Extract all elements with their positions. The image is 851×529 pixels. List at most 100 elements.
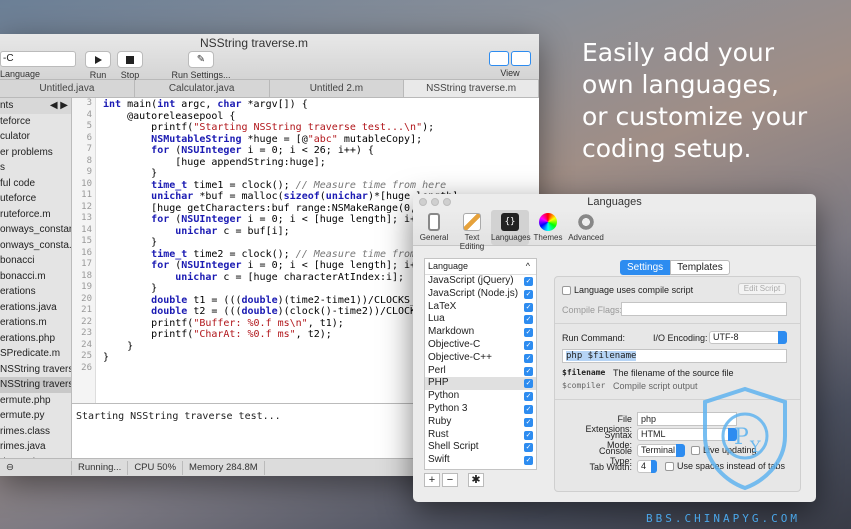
sidebar-file-item[interactable]: bonacci.m: [0, 269, 71, 285]
language-item[interactable]: Perl ✓: [425, 365, 536, 378]
language-enabled-checkbox[interactable]: ✓: [524, 328, 533, 338]
language-enabled-checkbox[interactable]: ✓: [524, 392, 533, 402]
close-icon[interactable]: [419, 198, 427, 206]
compile-flags-field[interactable]: [621, 302, 787, 316]
pref-text-editing[interactable]: Text Editing: [453, 210, 491, 251]
language-item[interactable]: JavaScript (Node.js) ✓: [425, 288, 536, 301]
zoom-icon[interactable]: [443, 198, 451, 206]
sidebar-file-item[interactable]: culator: [0, 129, 71, 145]
language-item[interactable]: Swift ✓: [425, 454, 536, 467]
sidebar-file-item[interactable]: erations.php: [0, 331, 71, 347]
pref-advanced[interactable]: Advanced: [567, 210, 605, 245]
templates-tab[interactable]: Templates: [670, 260, 730, 275]
sidebar-file-item[interactable]: erations.java: [0, 300, 71, 316]
language-item[interactable]: Markdown ✓: [425, 326, 536, 339]
sidebar-file-item[interactable]: teforce: [0, 114, 71, 130]
sidebar-file-item[interactable]: erations: [0, 284, 71, 300]
run-command-field[interactable]: php $filename: [562, 349, 787, 363]
sidebar-file-item[interactable]: NSString travers...: [0, 377, 71, 393]
language-enabled-checkbox[interactable]: ✓: [524, 277, 533, 286]
watermark-text: BBS.CHINAPYG.COM: [646, 512, 800, 525]
editor-titlebar: NSString traverse.m -C Language Run Stop…: [0, 34, 539, 80]
language-select[interactable]: -C: [0, 51, 76, 67]
language-list-header[interactable]: Language ^: [425, 259, 536, 275]
sidebar-file-item[interactable]: erations.m: [0, 315, 71, 331]
sidebar-file-item[interactable]: onways_constant: [0, 222, 71, 238]
language-item[interactable]: Python ✓: [425, 390, 536, 403]
tab-untitled-java[interactable]: Untitled.java: [0, 80, 135, 97]
pref-languages[interactable]: {} Languages: [491, 210, 531, 245]
line-number: 9: [86, 167, 92, 177]
edit-script-button[interactable]: Edit Script: [738, 283, 786, 295]
stop-icon: [126, 55, 134, 64]
tab-untitled-2-m[interactable]: Untitled 2.m: [270, 80, 405, 97]
language-item[interactable]: Objective-C ✓: [425, 339, 536, 352]
sidebar-file-item[interactable]: SPredicate.m: [0, 346, 71, 362]
settings-tab[interactable]: Settings: [620, 260, 671, 275]
sidebar-file-item[interactable]: ermute.php: [0, 393, 71, 409]
sidebar-file-item[interactable]: s: [0, 160, 71, 176]
tab-nsstring-traverse[interactable]: NSString traverse.m: [404, 80, 539, 97]
sidebar-file-item[interactable]: uteforce: [0, 191, 71, 207]
line-number: 12: [81, 201, 92, 212]
language-enabled-checkbox[interactable]: ✓: [524, 366, 533, 376]
sidebar-file-item[interactable]: ermute.py: [0, 408, 71, 424]
language-item[interactable]: Rust ✓: [425, 429, 536, 442]
stop-button[interactable]: Stop: [116, 51, 144, 80]
tab-width-select[interactable]: 4: [637, 460, 657, 473]
language-item[interactable]: Python 3 ✓: [425, 403, 536, 416]
run-button[interactable]: Run: [84, 51, 112, 80]
view-button[interactable]: View: [486, 51, 534, 78]
language-item[interactable]: Ruby ✓: [425, 416, 536, 429]
language-item[interactable]: LaTeX ✓: [425, 301, 536, 314]
language-enabled-checkbox[interactable]: ✓: [524, 353, 533, 363]
language-enabled-checkbox[interactable]: ✓: [524, 302, 533, 312]
pref-themes[interactable]: Themes: [529, 210, 567, 245]
language-enabled-checkbox[interactable]: ✓: [524, 340, 533, 350]
sidebar-toggle-icon[interactable]: [489, 51, 509, 66]
sidebar-file-item[interactable]: NSString traverse: [0, 362, 71, 378]
sidebar-file-item[interactable]: ful code: [0, 176, 71, 192]
sidebar-file-item[interactable]: onways_consta...: [0, 238, 71, 254]
sidebar-file-item[interactable]: rimes.class: [0, 424, 71, 440]
language-enabled-checkbox[interactable]: ✓: [524, 417, 533, 427]
minimize-icon[interactable]: [431, 198, 439, 206]
tab-calculator-java[interactable]: Calculator.java: [135, 80, 270, 97]
run-settings-button[interactable]: ✎ Run Settings...: [170, 51, 232, 80]
add-language-button[interactable]: +: [424, 473, 440, 487]
language-enabled-checkbox[interactable]: ✓: [524, 379, 533, 389]
remove-language-button[interactable]: −: [442, 473, 458, 487]
language-enabled-checkbox[interactable]: ✓: [524, 443, 533, 453]
pref-advanced-label: Advanced: [568, 233, 604, 242]
code-line: time_t time1 = clock(); // Measure time …: [151, 179, 447, 191]
braces-icon: {}: [501, 213, 519, 231]
language-item[interactable]: Lua ✓: [425, 313, 536, 326]
language-enabled-checkbox[interactable]: ✓: [524, 404, 533, 414]
phone-icon: [428, 213, 440, 231]
language-enabled-checkbox[interactable]: ✓: [524, 315, 533, 325]
svg-text:P: P: [734, 425, 749, 450]
sidebar-file-item[interactable]: rimes.java: [0, 439, 71, 455]
compile-flags-label: Compile Flags:: [562, 305, 623, 315]
language-item[interactable]: Shell Script ✓: [425, 441, 536, 454]
language-item[interactable]: JavaScript (jQuery) ✓: [425, 275, 536, 288]
console-toggle-icon[interactable]: [511, 51, 531, 66]
status-toggle[interactable]: ⊖: [0, 460, 72, 475]
pref-general[interactable]: General: [415, 210, 453, 245]
gear-menu-button[interactable]: ✱: [468, 473, 484, 487]
prefs-toolbar: General Text Editing {} Languages Themes …: [413, 210, 816, 251]
language-enabled-checkbox[interactable]: ✓: [524, 456, 533, 466]
language-item[interactable]: PHP ✓: [425, 377, 536, 391]
sidebar-file-item[interactable]: bonacci: [0, 253, 71, 269]
encoding-select[interactable]: UTF-8: [709, 331, 787, 344]
run-label: Run: [89, 70, 107, 80]
tab-bar: Untitled.java Calculator.java Untitled 2…: [0, 80, 539, 98]
console-type-select[interactable]: Terminal: [637, 444, 685, 457]
language-enabled-checkbox[interactable]: ✓: [524, 289, 533, 299]
language-item[interactable]: Objective-C++ ✓: [425, 352, 536, 365]
sidebar-file-item[interactable]: ruteforce.m: [0, 207, 71, 223]
compile-checkbox[interactable]: Language uses compile script: [562, 285, 693, 296]
language-enabled-checkbox[interactable]: ✓: [524, 430, 533, 440]
code-line: }: [103, 168, 158, 179]
sidebar-file-item[interactable]: er problems: [0, 145, 71, 161]
